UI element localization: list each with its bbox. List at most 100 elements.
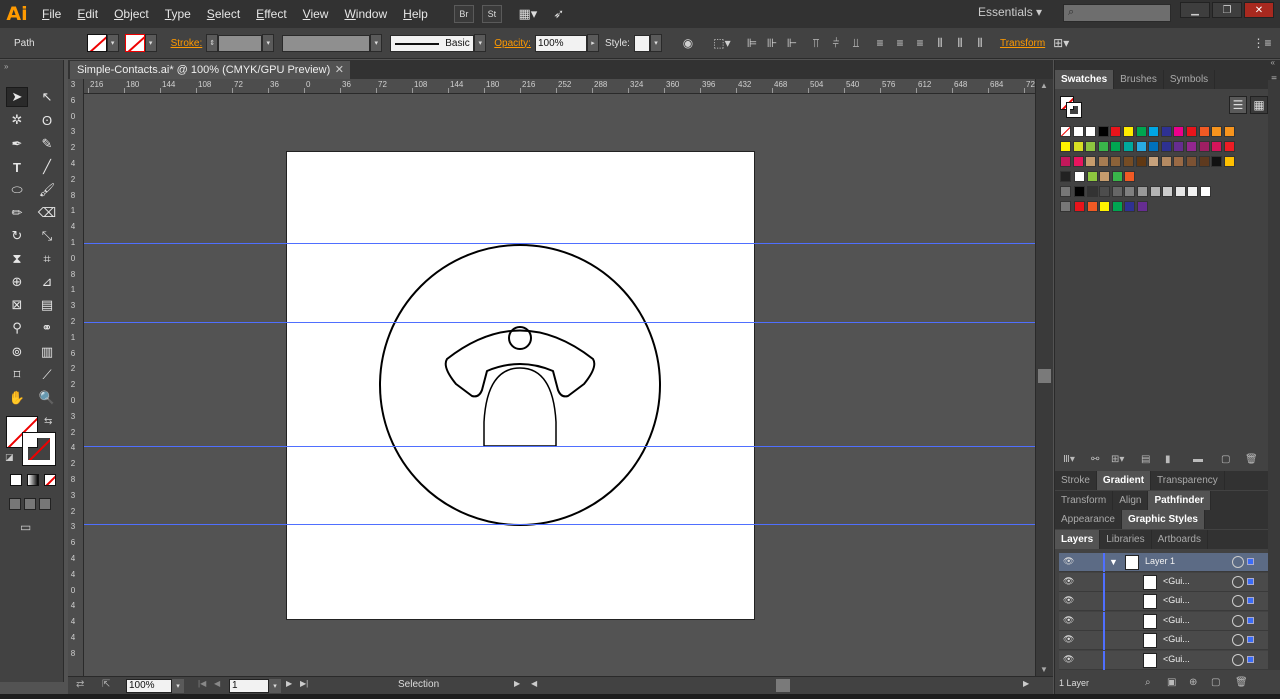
align-horizontal-center-icon[interactable]: ⊪ xyxy=(764,35,780,51)
screen-mode-icon[interactable]: ▭ xyxy=(20,520,42,534)
zoom-field[interactable]: 100% xyxy=(126,679,172,693)
curvature-tool-icon[interactable]: ✎ xyxy=(36,134,58,154)
tab-appearance[interactable]: Appearance xyxy=(1055,510,1122,529)
arrange-documents-icon[interactable]: ▦▾ xyxy=(513,5,542,23)
color-swatch[interactable] xyxy=(1097,156,1109,167)
layer-target-icon[interactable] xyxy=(1232,556,1244,568)
tab-brushes[interactable]: Brushes xyxy=(1114,70,1164,89)
color-swatch[interactable] xyxy=(1174,186,1186,197)
scroll-right-icon[interactable]: ▶ xyxy=(1023,679,1029,688)
vertical-scroll-thumb[interactable] xyxy=(1038,369,1051,383)
color-swatch[interactable] xyxy=(1160,126,1172,137)
tab-layers[interactable]: Layers xyxy=(1055,530,1101,549)
sublayer-row[interactable]: 👁 <Gui... xyxy=(1059,651,1269,670)
distribute-right-icon[interactable]: ⦀ xyxy=(972,35,988,51)
tab-swatches[interactable]: Swatches xyxy=(1055,70,1115,89)
none-mode-icon[interactable] xyxy=(44,474,56,486)
free-transform-tool-icon[interactable]: ⌗ xyxy=(36,249,58,269)
draw-behind-icon[interactable] xyxy=(24,498,36,510)
pen-tool-icon[interactable]: ✒ xyxy=(6,134,28,154)
recolor-artwork-icon[interactable]: ◉ xyxy=(680,35,696,51)
opacity-dropdown[interactable]: ▸ xyxy=(586,34,599,52)
distribute-top-icon[interactable]: ≡ xyxy=(872,35,888,51)
color-swatch[interactable] xyxy=(1111,186,1123,197)
brush-definition[interactable]: Basic xyxy=(390,34,475,52)
color-swatch[interactable] xyxy=(1148,141,1160,152)
visibility-eye-icon[interactable]: 👁 xyxy=(1063,634,1076,646)
layer-row[interactable]: 👁 ▼ Layer 1 xyxy=(1059,553,1269,572)
transform-link[interactable]: Transform xyxy=(1000,38,1045,49)
make-clipping-mask-icon[interactable]: ▣ xyxy=(1167,677,1176,688)
toggle-direction-icon[interactable]: ⇄ xyxy=(76,679,84,690)
previous-artboard-icon[interactable]: ◀ xyxy=(214,679,220,688)
sublayer-row[interactable]: 👁 <Gui... xyxy=(1059,611,1269,631)
new-folder-icon[interactable]: ▬ xyxy=(1193,454,1203,465)
status-menu-icon[interactable]: ▶ xyxy=(514,679,520,688)
color-swatch[interactable] xyxy=(1060,141,1071,152)
layer-target-icon[interactable] xyxy=(1232,595,1244,608)
tab-align[interactable]: Align xyxy=(1113,491,1149,510)
gradient-mode-icon[interactable] xyxy=(27,474,39,486)
color-swatch[interactable] xyxy=(1198,126,1210,137)
color-swatch[interactable] xyxy=(1211,126,1223,137)
close-icon[interactable]: ✕ xyxy=(335,61,344,79)
scroll-left-icon[interactable]: ◀ xyxy=(531,679,537,688)
align-to-selection-icon[interactable]: ⬚▾ xyxy=(713,35,730,51)
workspace-switcher[interactable]: Essentials ▾ xyxy=(978,5,1042,19)
shape-builder-tool-icon[interactable]: ⊕ xyxy=(6,272,28,292)
guide-line[interactable] xyxy=(84,243,1035,244)
tab-libraries[interactable]: Libraries xyxy=(1100,530,1152,549)
color-swatch[interactable] xyxy=(1124,186,1136,197)
color-swatch[interactable] xyxy=(1198,156,1210,167)
selection-tool-icon[interactable]: ➤ xyxy=(6,87,28,107)
layer-name[interactable]: <Gui... xyxy=(1163,654,1190,664)
menu-window[interactable]: Window xyxy=(336,0,395,28)
color-mode-icon[interactable] xyxy=(10,474,22,486)
color-swatch[interactable] xyxy=(1162,186,1174,197)
new-swatch-icon[interactable]: ▢ xyxy=(1221,454,1230,465)
draw-normal-icon[interactable] xyxy=(9,498,21,510)
distribute-left-icon[interactable]: ⦀ xyxy=(932,35,948,51)
color-swatch[interactable] xyxy=(1187,186,1199,197)
color-swatch[interactable] xyxy=(1148,156,1160,167)
delete-layer-icon[interactable]: 🗑 xyxy=(1235,677,1248,688)
color-group-folder-icon[interactable] xyxy=(1060,186,1071,197)
stroke-dropdown[interactable]: ▾ xyxy=(144,34,157,52)
menu-file[interactable]: File xyxy=(34,0,69,28)
scroll-down-icon[interactable]: ▼ xyxy=(1040,665,1048,674)
create-sublayer-icon[interactable]: ⊕ xyxy=(1189,677,1197,688)
color-swatch[interactable] xyxy=(1099,171,1111,182)
column-graph-tool-icon[interactable]: ▥ xyxy=(36,342,58,362)
layer-name[interactable]: Layer 1 xyxy=(1145,556,1175,566)
gradient-tool-icon[interactable]: ▤ xyxy=(36,295,58,315)
contact-icon-artwork[interactable] xyxy=(287,152,756,621)
fill-dropdown[interactable]: ▾ xyxy=(106,34,119,52)
color-swatch[interactable] xyxy=(1173,141,1185,152)
magic-wand-tool-icon[interactable]: ✲ xyxy=(6,110,28,130)
direct-selection-tool-icon[interactable]: ↖ xyxy=(36,87,58,107)
first-artboard-icon[interactable]: |◀ xyxy=(198,679,206,688)
opacity-label[interactable]: Opacity: xyxy=(494,38,531,49)
swatch-stroke-icon[interactable] xyxy=(1066,102,1082,118)
stroke-weight-stepper[interactable]: ⇕ xyxy=(206,34,219,52)
zoom-tool-icon[interactable]: 🔍 xyxy=(36,388,58,408)
color-swatch[interactable] xyxy=(1110,126,1122,137)
color-swatch[interactable] xyxy=(1173,126,1185,137)
vertical-ruler[interactable]: 3603242814108132162203242832364404448 xyxy=(68,79,84,676)
canvas[interactable] xyxy=(84,95,1035,676)
tab-transform[interactable]: Transform xyxy=(1055,491,1114,510)
color-swatch[interactable] xyxy=(1074,201,1085,212)
scale-tool-icon[interactable]: ⤡ xyxy=(36,226,58,246)
selection-indicator[interactable] xyxy=(1247,616,1254,624)
guide-line[interactable] xyxy=(84,524,1035,525)
align-top-icon[interactable]: ⫪ xyxy=(808,35,824,51)
visibility-eye-icon[interactable]: 👁 xyxy=(1063,654,1076,666)
menu-type[interactable]: Type xyxy=(157,0,199,28)
selection-indicator[interactable] xyxy=(1247,558,1254,565)
color-swatch[interactable] xyxy=(1223,141,1235,152)
distribute-hcenter-icon[interactable]: ⦀ xyxy=(952,35,968,51)
color-swatch[interactable] xyxy=(1211,141,1223,152)
visibility-eye-icon[interactable]: 👁 xyxy=(1063,576,1076,588)
menu-effect[interactable]: Effect xyxy=(248,0,294,28)
color-swatch[interactable] xyxy=(1085,156,1097,167)
